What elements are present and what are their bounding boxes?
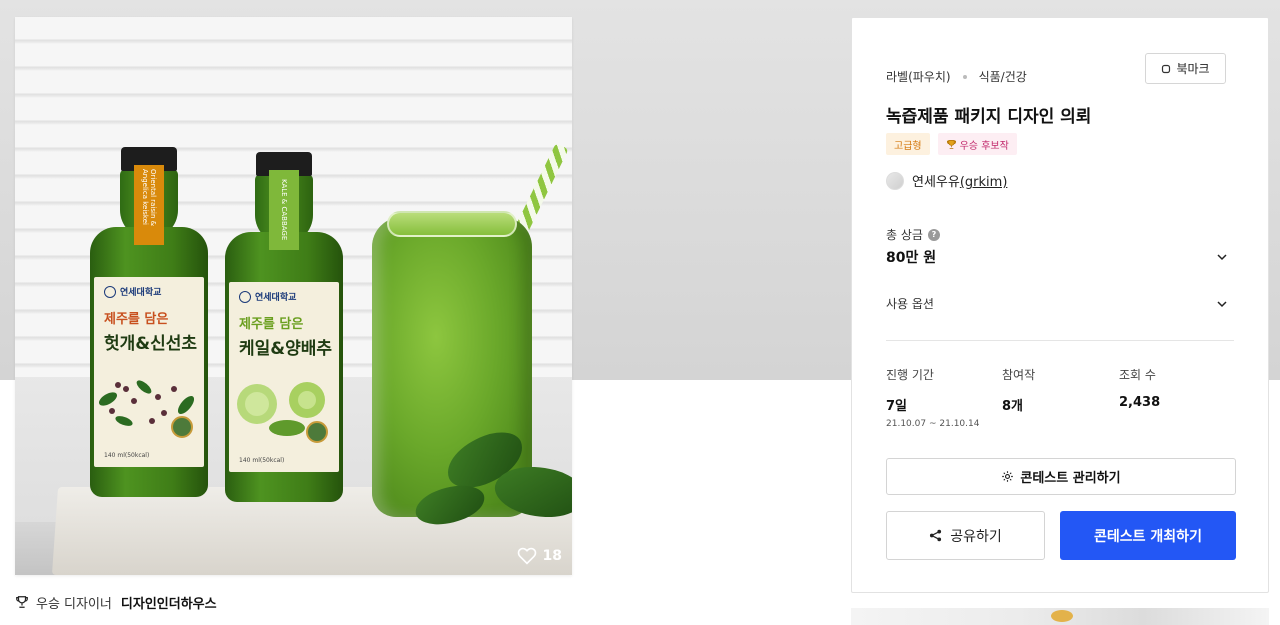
options-label: 사용 옵션: [886, 297, 934, 311]
label-nutrition: 140 ml(50kcal): [239, 457, 285, 464]
share-button[interactable]: 공유하기: [886, 511, 1045, 560]
stat-period: 진행 기간 7일 21.10.07 ~ 21.10.14: [886, 366, 979, 429]
range-separator: ~: [928, 419, 937, 429]
bookmark-label: 북마크: [1176, 62, 1210, 76]
thumbnail-detail: [1051, 610, 1073, 622]
help-icon[interactable]: ?: [927, 228, 940, 241]
label-line1: 제주를 담은: [104, 312, 169, 327]
share-label: 공유하기: [950, 528, 1002, 545]
prize-expand-toggle[interactable]: [1216, 248, 1228, 261]
label-nutrition: 140 ml(50kcal): [104, 452, 150, 459]
host-handle[interactable]: (grkim): [960, 175, 1008, 190]
avatar[interactable]: [886, 171, 904, 190]
range-start: 21.10.07: [886, 419, 927, 429]
breadcrumb: 라벨(파우치) 식품/건강: [886, 68, 1027, 85]
host-info: 연세우유(grkim): [886, 171, 1007, 190]
juice-bottle-2: KALE & CABBAGE 연세대학교 제주를 담은 케일&양배추 140 m…: [225, 152, 343, 522]
candidate-badge-label: 우승 후보작: [959, 140, 1009, 152]
options-expand-toggle[interactable]: [1216, 295, 1228, 308]
raisin-illustration: [98, 380, 195, 438]
related-thumbnail-peek[interactable]: [851, 608, 1269, 625]
contest-info-panel: 라벨(파우치) 식품/건강 북마크 녹즙제품 패키지 디자인 의뢰 고급형 우승…: [851, 17, 1269, 593]
winner-prefix: 우승 디자이너: [36, 596, 112, 612]
bookmark-button[interactable]: 북마크: [1145, 53, 1226, 84]
jar-rim: [387, 211, 517, 237]
host-contest-button[interactable]: 콘테스트 개최하기: [1060, 511, 1236, 560]
contest-title: 녹즙제품 패키지 디자인 의뢰: [886, 107, 1092, 127]
label-university: 연세대학교: [104, 285, 194, 298]
like-button[interactable]: 18: [517, 547, 562, 565]
label-line1: 제주를 담은: [239, 317, 304, 332]
contest-image[interactable]: Oriental raisin & Angelica keiskei 연세대학교…: [15, 17, 572, 575]
label-university: 연세대학교: [239, 290, 329, 303]
cabbage-illustration: [237, 382, 328, 443]
contest-stats: 진행 기간 7일 21.10.07 ~ 21.10.14 참여작 8개 조회 수…: [886, 366, 1236, 429]
grade-badge: 고급형: [886, 133, 930, 155]
stat-period-label: 진행 기간: [886, 368, 934, 382]
stat-views-label: 조회 수: [1119, 368, 1156, 382]
bottle-label: 연세대학교 제주를 담은 케일&양배추 140 ml(50kcal): [229, 282, 339, 472]
manage-contest-label: 콘테스트 관리하기: [1020, 471, 1121, 486]
stat-entries: 참여작 8개: [1002, 366, 1035, 414]
prize-label-text: 총 상금: [886, 228, 923, 242]
stat-views-value: 2,438: [1119, 395, 1161, 410]
stat-period-value: 7일: [886, 399, 908, 414]
badge-row: 고급형 우승 후보작: [886, 133, 1017, 155]
stat-period-range: 21.10.07 ~ 21.10.14: [886, 419, 979, 429]
winner-info: 우승 디자이너 디자인인더하우스: [15, 592, 217, 612]
host-display-name: 연세우유: [912, 175, 960, 190]
bottle-tab: KALE & CABBAGE: [269, 170, 299, 250]
breadcrumb-subcategory[interactable]: 식품/건강: [979, 68, 1027, 85]
host-name[interactable]: 연세우유(grkim): [912, 171, 1007, 190]
manage-contest-button[interactable]: 콘테스트 관리하기: [886, 458, 1236, 495]
like-count: 18: [542, 548, 562, 564]
stat-entries-label: 참여작: [1002, 368, 1036, 382]
chevron-down-icon: [1217, 254, 1227, 261]
stat-entries-value: 8개: [1002, 399, 1024, 414]
chevron-down-icon: [1217, 301, 1227, 308]
heart-icon: [517, 547, 536, 565]
juice-bottle-1: Oriental raisin & Angelica keiskei 연세대학교…: [90, 147, 208, 517]
range-end: 21.10.14: [939, 419, 980, 429]
stat-views: 조회 수 2,438: [1119, 366, 1160, 410]
prize-label: 총 상금 ?: [886, 226, 940, 243]
trophy-icon: [16, 596, 28, 608]
breadcrumb-separator: [962, 74, 967, 79]
winner-name[interactable]: 디자인인더하우스: [121, 593, 217, 612]
share-icon: [930, 529, 942, 542]
trophy-icon: [946, 139, 956, 149]
candidate-badge: 우승 후보작: [937, 133, 1017, 155]
divider: [886, 340, 1234, 341]
breadcrumb-category[interactable]: 라벨(파우치): [886, 68, 951, 85]
label-line2: 케일&양배추: [239, 339, 333, 359]
bottle-tab: Oriental raisin & Angelica keiskei: [134, 165, 164, 245]
prize-value: 80만 원: [886, 250, 937, 266]
gear-icon: [1002, 471, 1014, 482]
bookmark-icon: [1162, 64, 1171, 73]
label-line2: 헛개&신선초: [104, 334, 198, 354]
bottle-tab-text: Oriental raisin & Angelica keiskei: [141, 169, 157, 227]
bottle-label: 연세대학교 제주를 담은 헛개&신선초 140 ml(50kcal): [94, 277, 204, 467]
bottle-tab-text: KALE & CABBAGE: [280, 179, 288, 241]
